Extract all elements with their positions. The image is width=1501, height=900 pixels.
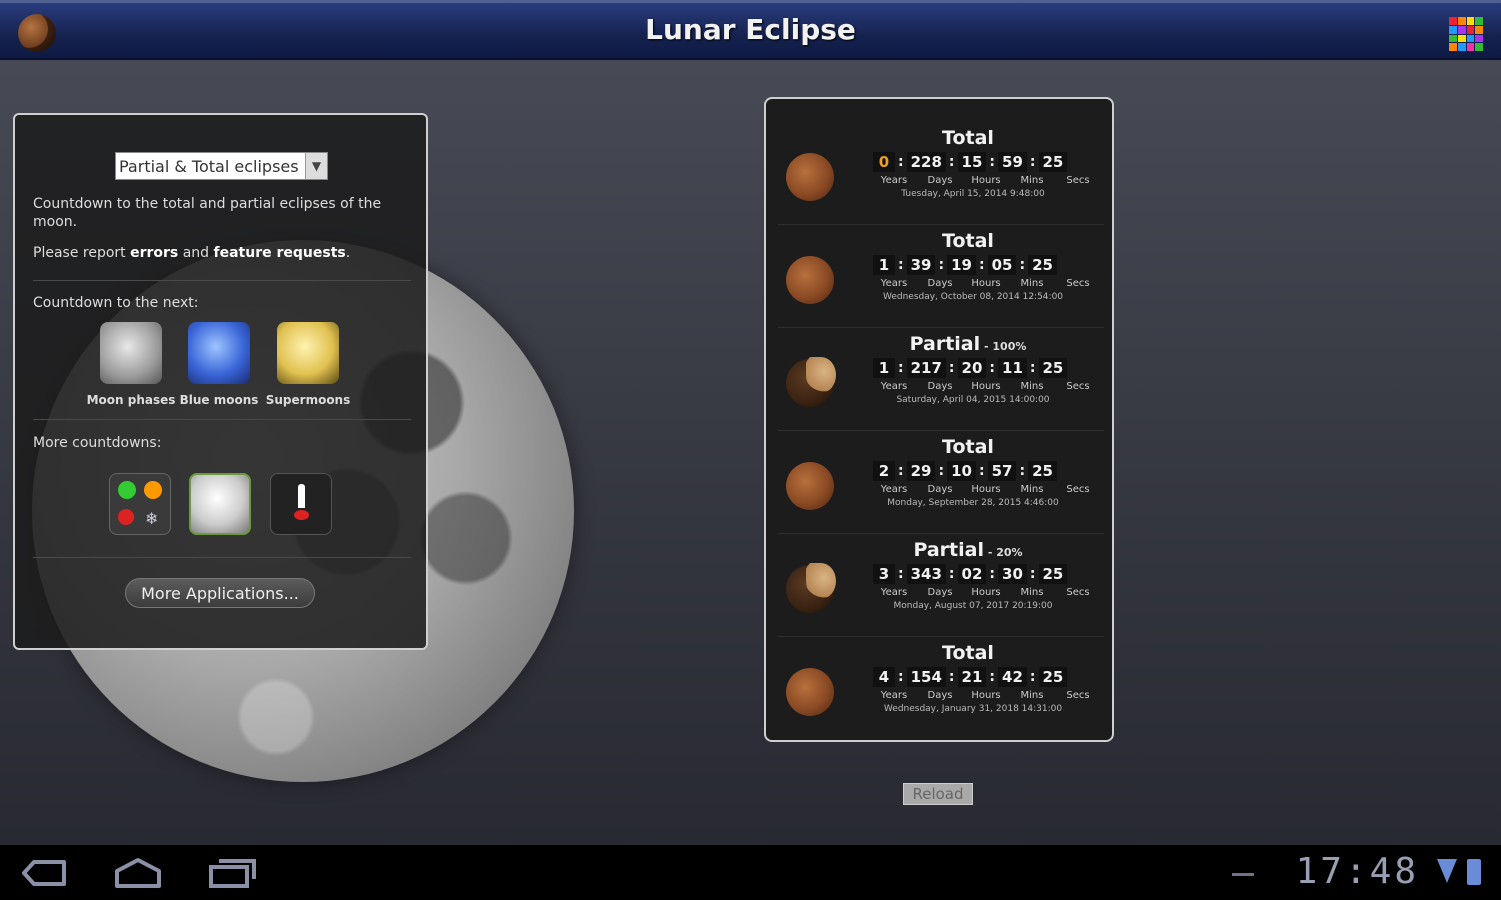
dropdown-value: Partial & Total eclipses (119, 156, 299, 176)
signal-icon (1437, 859, 1457, 883)
countdown-next-label: Countdown to the next: (33, 295, 199, 311)
eclipse-date: Tuesday, April 15, 2014 9:48:00 (901, 189, 1045, 199)
more-countdowns-label: More countdowns: (33, 435, 162, 451)
battery-icon (1467, 859, 1481, 885)
countdown: 1: 217: 20: 11: 25 (873, 358, 1068, 378)
golf-ball-icon[interactable] (189, 473, 251, 535)
eclipse-date: Saturday, April 04, 2015 14:00:00 (896, 395, 1050, 405)
app-description: Countdown to the total and partial eclip… (33, 196, 382, 230)
eclipse-type-dropdown[interactable]: Partial & Total eclipses ▼ (115, 152, 328, 180)
eclipse-date: Wednesday, January 31, 2018 14:31:00 (883, 704, 1063, 714)
total-eclipse-moon-icon (786, 668, 834, 716)
countdown-units: Years Days Hours Mins Secs (880, 175, 1090, 186)
countdown-units: Years Days Hours Mins Secs (880, 381, 1090, 392)
chevron-down-icon: ▼ (305, 153, 327, 179)
supermoon-icon[interactable] (277, 322, 339, 384)
moon-phases-icon[interactable] (100, 322, 162, 384)
eclipse-row[interactable]: Total 4: 154: 21: 42: 25 Years Days Hours M… (778, 638, 1104, 740)
recent-apps-icon[interactable] (207, 857, 257, 889)
divider (33, 557, 411, 558)
app-title: Lunar Eclipse (645, 13, 856, 46)
eclipse-type: Total (942, 230, 994, 252)
more-applications-button[interactable]: More Applications... (125, 578, 315, 608)
feature-requests-link[interactable]: feature requests (214, 245, 346, 261)
partial-eclipse-moon-icon (786, 357, 836, 407)
home-icon[interactable] (113, 857, 163, 889)
seasons-icon[interactable]: ❄ (109, 473, 171, 535)
status-clock: 17:48 (1295, 851, 1419, 892)
total-eclipse-moon-icon (786, 462, 834, 510)
title-bar: Lunar Eclipse (0, 0, 1501, 60)
total-eclipse-moon-icon (786, 256, 834, 304)
blue-moons-label[interactable]: Blue moons (174, 393, 264, 407)
moon-phases-label[interactable]: Moon phases (86, 393, 176, 407)
eclipse-row[interactable]: Partial - 100% 1: 217: 20: 11: 25 Years D… (778, 329, 1104, 431)
system-nav-bar: 17:48 (0, 845, 1501, 900)
eclipse-date: Monday, August 07, 2017 20:19:00 (893, 601, 1053, 611)
countdown: 1: 39: 19: 05: 25 (873, 255, 1057, 275)
apps-grid-icon[interactable] (1449, 17, 1483, 51)
candle-icon[interactable] (270, 473, 332, 535)
eclipse-type: Partial - 100% (909, 333, 1027, 355)
eclipse-type: Total (942, 436, 994, 458)
countdown: 2: 29: 10: 57: 25 (873, 461, 1057, 481)
eclipse-date: Wednesday, October 08, 2014 12:54:00 (882, 292, 1064, 302)
countdown-units: Years Days Hours Mins Secs (880, 690, 1090, 701)
divider (33, 419, 411, 420)
blue-moon-icon[interactable] (188, 322, 250, 384)
eclipse-countdown-list: Total 0: 228: 15: 59: 25 Years Days Hours M… (764, 97, 1114, 742)
reload-button[interactable]: Reload (903, 783, 973, 805)
eclipse-row[interactable]: Total 1: 39: 19: 05: 25 Years Days Hours Mi… (778, 226, 1104, 328)
eclipse-row[interactable]: Partial - 20% 3: 343: 02: 30: 25 Years Da… (778, 535, 1104, 637)
countdown-units: Years Days Hours Mins Secs (880, 587, 1090, 598)
eclipse-row[interactable]: Total 2: 29: 10: 57: 25 Years Days Hours Mi… (778, 432, 1104, 534)
eclipse-row[interactable]: Total 0: 228: 15: 59: 25 Years Days Hours M… (778, 123, 1104, 225)
divider (33, 280, 411, 281)
notification-icon (1232, 873, 1254, 876)
countdown: 4: 154: 21: 42: 25 (873, 667, 1068, 687)
eclipse-date: Monday, September 28, 2015 4:46:00 (887, 498, 1059, 508)
countdown: 0: 228: 15: 59: 25 (873, 152, 1068, 172)
info-panel: Partial & Total eclipses ▼ Countdown to … (13, 113, 428, 650)
eclipse-type: Total (942, 642, 994, 664)
total-eclipse-moon-icon (786, 153, 834, 201)
report-text: Please report errors and feature request… (33, 245, 351, 261)
eclipse-type: Partial - 20% (913, 539, 1023, 561)
countdown: 3: 343: 02: 30: 25 (873, 564, 1068, 584)
countdown-units: Years Days Hours Mins Secs (880, 484, 1090, 495)
partial-eclipse-moon-icon (786, 563, 836, 613)
errors-link[interactable]: errors (130, 245, 178, 261)
eclipse-type: Total (942, 127, 994, 149)
back-icon[interactable] (20, 857, 70, 889)
countdown-units: Years Days Hours Mins Secs (880, 278, 1090, 289)
supermoons-label[interactable]: Supermoons (263, 393, 353, 407)
